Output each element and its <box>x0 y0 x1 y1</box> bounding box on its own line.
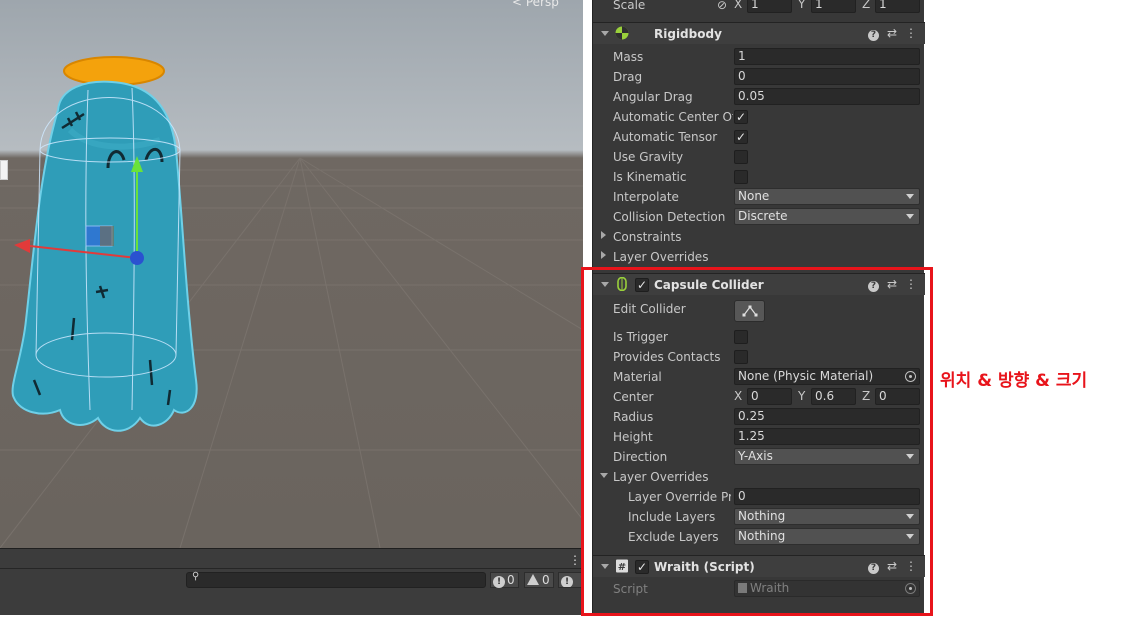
component-menu-icon[interactable]: ⋮ <box>905 26 917 40</box>
help-icon[interactable]: ? <box>867 30 879 41</box>
console-menu-icon[interactable]: ⋮ <box>569 553 581 567</box>
scale-y-field[interactable]: Y1 <box>798 0 858 13</box>
scene-side-handle[interactable] <box>0 160 8 180</box>
chevron-down-icon <box>906 214 914 219</box>
use-gravity-row: Use Gravity <box>593 147 925 167</box>
angular-drag-field[interactable]: 0.05 <box>734 88 920 105</box>
collision-detection-value: Discrete <box>738 209 788 223</box>
drag-label: Drag <box>613 70 643 84</box>
scene-canvas <box>0 56 583 548</box>
rigidbody-foldout-icon[interactable] <box>601 31 609 36</box>
halo <box>63 56 165 86</box>
layer-overrides-label: Layer Overrides <box>613 250 709 264</box>
collision-detection-dropdown[interactable]: Discrete <box>734 208 920 225</box>
rigidbody-header-tools: ? ⇄ ⋮ <box>860 26 917 41</box>
angular-drag-label: Angular Drag <box>613 90 693 104</box>
use-gravity-label: Use Gravity <box>613 150 684 164</box>
mass-row: Mass 1 <box>593 47 925 67</box>
ghost-body <box>11 80 198 432</box>
interpolate-row: Interpolate None <box>593 187 925 207</box>
rigidbody-layer-overrides-row[interactable]: Layer Overrides <box>593 247 925 267</box>
auto-center-of-mass-row: Automatic Center Of Mass ✓ <box>593 107 925 127</box>
transform-scale-row: Scale ⊘ X1 Y1 Z1 <box>593 0 925 15</box>
scale-x-field[interactable]: X1 <box>734 0 794 13</box>
layer-overrides-foldout-icon[interactable] <box>601 251 606 259</box>
search-icon: ⚲ <box>192 571 200 582</box>
rigidbody-header[interactable]: Rigidbody ? ⇄ ⋮ <box>593 22 925 44</box>
console-panel: ⋮ ⚲ !0 0 !0 <box>0 548 583 615</box>
constraints-foldout-icon[interactable] <box>601 231 606 239</box>
warning-count: 0 <box>542 573 550 587</box>
constrain-proportions-icon[interactable]: ⊘ <box>717 0 727 12</box>
auto-tensor-checkbox[interactable]: ✓ <box>734 130 748 144</box>
scale-z-field[interactable]: Z1 <box>862 0 922 13</box>
rigidbody-title: Rigidbody <box>654 27 722 41</box>
is-kinematic-label: Is Kinematic <box>613 170 687 184</box>
auto-tensor-row: Automatic Tensor ✓ <box>593 127 925 147</box>
interpolate-dropdown[interactable]: None <box>734 188 920 205</box>
constraints-row[interactable]: Constraints <box>593 227 925 247</box>
console-search-input[interactable]: ⚲ <box>186 571 486 588</box>
chevron-down-icon <box>906 194 914 199</box>
annotation-label: 위치 & 방향 & 크기 <box>940 371 1088 391</box>
angular-drag-row: Angular Drag 0.05 <box>593 87 925 107</box>
scene-view[interactable]: < Persp <box>0 0 583 548</box>
collision-detection-row: Collision Detection Discrete <box>593 207 925 227</box>
is-kinematic-row: Is Kinematic <box>593 167 925 187</box>
auto-tensor-label: Automatic Tensor <box>613 130 718 144</box>
use-gravity-checkbox[interactable] <box>734 150 748 164</box>
error-icon: ! <box>561 576 573 587</box>
info-icon: ! <box>493 576 505 588</box>
capsule-collider-highlight-box <box>581 267 933 616</box>
mass-field[interactable]: 1 <box>734 48 920 65</box>
auto-center-of-mass-label: Automatic Center Of Mass <box>613 110 733 124</box>
auto-center-of-mass-checkbox[interactable]: ✓ <box>734 110 748 124</box>
interpolate-label: Interpolate <box>613 190 679 204</box>
info-count-button[interactable]: ! 0 <box>490 572 519 588</box>
warning-icon <box>527 574 539 585</box>
scene-view-label[interactable]: < Persp <box>512 0 559 9</box>
console-tab-bar: ⋮ <box>0 549 583 569</box>
collision-detection-label: Collision Detection <box>613 210 726 224</box>
warning-count-button[interactable]: 0 <box>524 572 554 588</box>
rigidbody-icon <box>615 26 629 40</box>
drag-row: Drag 0 <box>593 67 925 87</box>
info-count: 0 <box>507 573 515 587</box>
scale-label: Scale <box>613 0 646 12</box>
drag-field[interactable]: 0 <box>734 68 920 85</box>
preset-icon[interactable]: ⇄ <box>887 26 897 40</box>
console-toolbar: ⚲ !0 0 !0 <box>0 569 583 591</box>
is-kinematic-checkbox[interactable] <box>734 170 748 184</box>
mass-label: Mass <box>613 50 644 64</box>
constraints-label: Constraints <box>613 230 682 244</box>
interpolate-value: None <box>738 189 770 203</box>
error-count-button[interactable]: !0 <box>558 572 583 588</box>
